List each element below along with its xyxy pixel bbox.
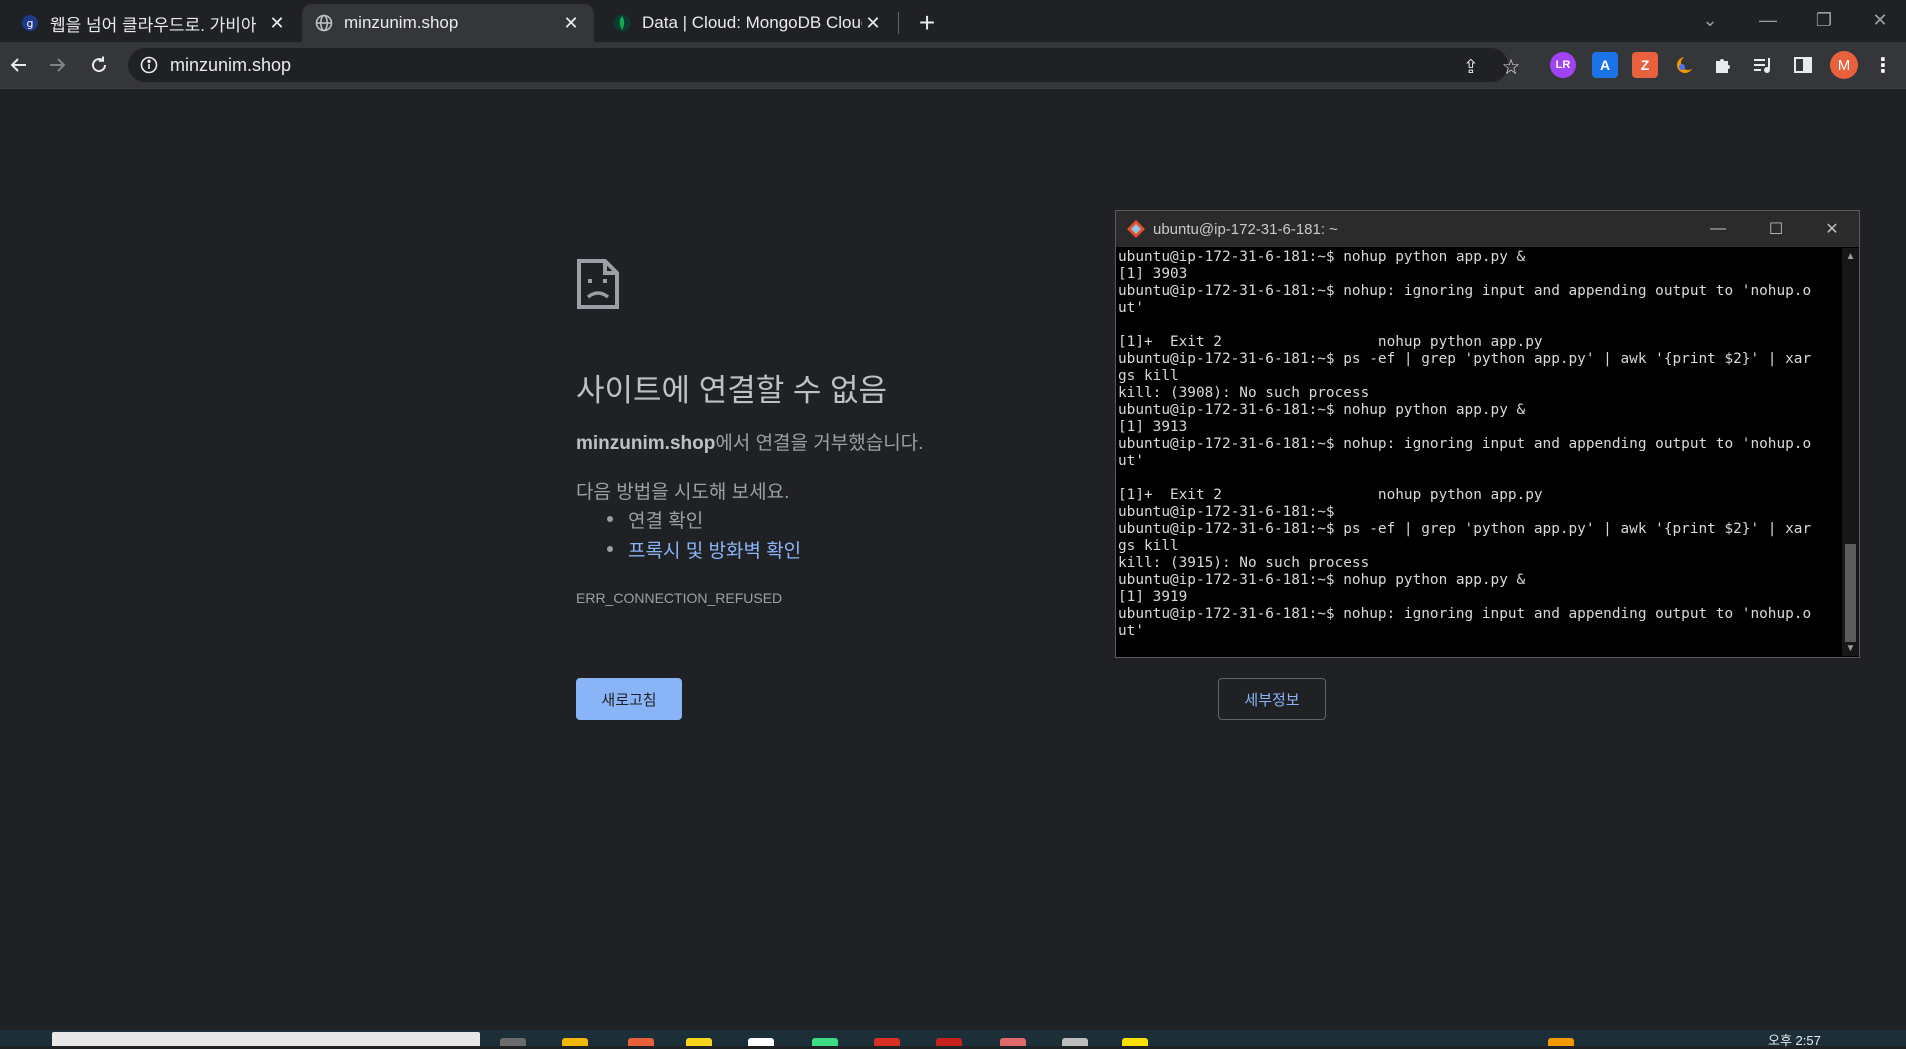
close-window-button[interactable]: ✕ xyxy=(1852,0,1906,40)
taskbar-app-icon[interactable] xyxy=(686,1038,712,1046)
file-explorer-icon[interactable] xyxy=(562,1038,588,1046)
moon-extension-icon[interactable] xyxy=(1672,52,1698,78)
menu-kebab-icon[interactable]: ⋮ xyxy=(1870,52,1896,78)
terminal-minimize-button[interactable]: — xyxy=(1690,211,1746,247)
details-button[interactable]: 세부정보 xyxy=(1218,678,1326,720)
restore-button[interactable]: ❐ xyxy=(1796,0,1852,40)
back-button[interactable] xyxy=(4,50,34,80)
kakaotalk-icon[interactable] xyxy=(1122,1038,1148,1046)
profile-avatar[interactable]: M xyxy=(1830,51,1858,79)
zotero-extension-icon[interactable]: Z xyxy=(1632,52,1658,78)
extensions-puzzle-icon[interactable] xyxy=(1710,52,1736,78)
error-description-text: 에서 연결을 거부했습니다. xyxy=(715,433,924,454)
tray-icon[interactable] xyxy=(1548,1038,1574,1046)
terminal-output[interactable]: ubuntu@ip-172-31-6-181:~$ nohup python a… xyxy=(1118,249,1838,649)
taskbar: 오후 2:57 xyxy=(0,1030,1906,1048)
reload-button[interactable]: 새로고침 xyxy=(576,678,682,720)
terminal-window[interactable]: ubuntu@ip-172-31-6-181: ~ — ☐ ✕ ubuntu@i… xyxy=(1115,210,1860,658)
address-bar[interactable]: minzunim.shop ⇪ ☆ xyxy=(128,48,1520,82)
taskbar-clock: 오후 2:57 xyxy=(1768,1033,1821,1048)
taskbar-app-icon[interactable] xyxy=(812,1038,838,1046)
error-code: ERR_CONNECTION_REFUSED xyxy=(576,590,783,606)
chrome-icon[interactable] xyxy=(748,1038,774,1046)
close-icon[interactable]: ✕ xyxy=(862,12,884,34)
error-domain: minzunim.shop xyxy=(576,433,716,454)
taskbar-app-icon[interactable] xyxy=(1062,1038,1088,1046)
terminal-text: ubuntu@ip-172-31-6-181:~$ nohup python a… xyxy=(1118,249,1812,639)
info-icon[interactable] xyxy=(138,54,160,76)
gabia-icon: g xyxy=(20,13,40,33)
terminal-titlebar[interactable]: ubuntu@ip-172-31-6-181: ~ — ☐ ✕ xyxy=(1116,211,1859,247)
side-panel-icon[interactable] xyxy=(1790,52,1816,78)
taskbar-app-icon[interactable] xyxy=(936,1038,962,1046)
taskbar-app-icon[interactable] xyxy=(628,1038,654,1046)
task-view-icon[interactable] xyxy=(500,1038,526,1046)
suggestion-proxy-firewall-link[interactable]: 프록시 및 방화벽 확인 xyxy=(628,536,801,563)
svg-text:g: g xyxy=(27,17,34,30)
translate-extension-icon[interactable]: A xyxy=(1592,52,1618,78)
error-title: 사이트에 연결할 수 없음 xyxy=(576,373,888,408)
try-heading: 다음 방법을 시도해 보세요. xyxy=(576,482,790,503)
globe-icon xyxy=(314,13,334,33)
terminal-maximize-button[interactable]: ☐ xyxy=(1748,211,1804,247)
lr-extension-icon[interactable]: LR xyxy=(1550,52,1576,78)
browser-toolbar: minzunim.shop ⇪ ☆ LR A Z M ⋮ xyxy=(0,42,1906,89)
minimize-button[interactable]: — xyxy=(1740,0,1796,40)
tab-search-button[interactable]: ⌄ xyxy=(1682,0,1738,40)
media-control-icon[interactable] xyxy=(1750,52,1776,78)
error-description: minzunim.shop에서 연결을 거부했습니다. xyxy=(576,428,923,455)
mongodb-leaf-icon xyxy=(612,13,632,33)
tab-title: 웹을 넘어 클라우드로. 가비아 xyxy=(50,15,257,35)
bullet xyxy=(607,516,613,522)
close-icon[interactable]: ✕ xyxy=(266,12,288,34)
taskbar-app-icon[interactable] xyxy=(1000,1038,1026,1046)
tab-minzunim[interactable]: minzunim.shop ✕ xyxy=(302,4,594,42)
tab-title: minzunim.shop xyxy=(344,13,459,32)
terminal-scrollbar[interactable]: ▲ ▼ xyxy=(1842,248,1859,656)
new-tab-button[interactable]: + xyxy=(912,7,942,38)
tab-title: Data | Cloud: MongoDB Cloud xyxy=(642,13,862,32)
bullet xyxy=(607,546,613,552)
scroll-up-icon[interactable]: ▲ xyxy=(1842,248,1859,264)
url-text: minzunim.shop xyxy=(170,54,292,75)
tab-mongodb[interactable]: Data | Cloud: MongoDB Cloud ✕ xyxy=(600,4,896,42)
sad-page-icon xyxy=(575,257,621,316)
close-icon[interactable]: ✕ xyxy=(560,12,582,34)
taskbar-app-icon[interactable] xyxy=(874,1038,900,1046)
tab-separator xyxy=(898,12,899,34)
terminal-close-button[interactable]: ✕ xyxy=(1804,211,1860,247)
bookmark-star-icon[interactable]: ☆ xyxy=(1498,54,1524,80)
reload-icon[interactable] xyxy=(84,50,114,80)
tab-gabia[interactable]: g 웹을 넘어 클라우드로. 가비아 ✕ xyxy=(8,4,300,42)
forward-button[interactable] xyxy=(42,50,72,80)
taskbar-search-box[interactable] xyxy=(52,1032,480,1046)
git-bash-icon xyxy=(1126,219,1146,239)
scroll-down-icon[interactable]: ▼ xyxy=(1842,640,1859,656)
terminal-title: ubuntu@ip-172-31-6-181: ~ xyxy=(1153,220,1338,238)
scrollbar-thumb[interactable] xyxy=(1845,544,1856,642)
tab-strip: g 웹을 넘어 클라우드로. 가비아 ✕ minzunim.shop ✕ Dat… xyxy=(0,0,1906,42)
share-icon[interactable]: ⇪ xyxy=(1458,54,1484,80)
suggestion-check-connection: 연결 확인 xyxy=(628,511,704,532)
